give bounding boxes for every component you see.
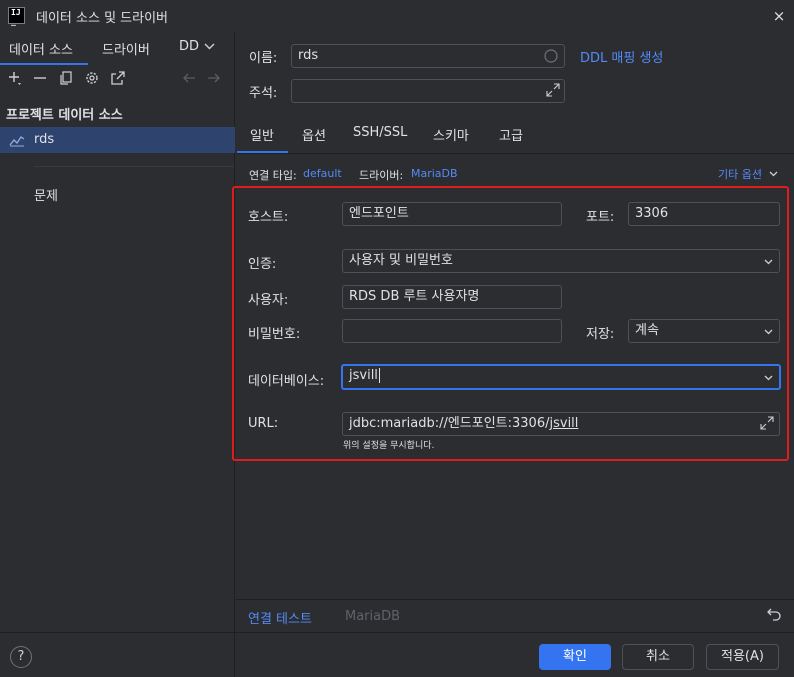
url-label: URL:	[248, 416, 279, 431]
tab-options[interactable]: 옵션	[302, 125, 326, 144]
auth-label: 인증:	[248, 257, 277, 272]
add-icon[interactable]	[7, 70, 23, 86]
name-label: 이름:	[249, 51, 278, 66]
tabs-divider	[237, 153, 794, 154]
host-label: 호스트:	[248, 210, 289, 225]
user-input[interactable]: RDS DB 루트 사용자명	[342, 285, 562, 309]
connection-type-link[interactable]: default	[303, 167, 342, 180]
name-input[interactable]: rds	[291, 44, 565, 68]
ddl-mapping-link[interactable]: DDL 매핑 생성	[580, 47, 663, 66]
name-value: rds	[298, 48, 319, 63]
open-external-icon[interactable]	[110, 70, 126, 86]
driver-status: MariaDB	[345, 609, 401, 624]
more-options-link[interactable]: 기타 옵션	[718, 166, 762, 182]
tabs-overflow-chevron-icon[interactable]	[204, 43, 215, 50]
ok-button[interactable]: 확인	[539, 644, 611, 670]
bottom-divider	[0, 632, 794, 633]
host-input[interactable]: 엔드포인트	[342, 202, 562, 226]
tab-ddl[interactable]: DD	[179, 39, 199, 54]
password-label: 비밀번호:	[248, 327, 301, 342]
sidebar-item-label: rds	[34, 132, 55, 147]
back-arrow-icon[interactable]	[181, 70, 197, 86]
save-select[interactable]: 계속	[628, 319, 780, 343]
sidebar-divider	[34, 166, 234, 167]
active-tab-indicator	[0, 63, 88, 65]
tab-data-sources[interactable]: 데이터 소스	[9, 39, 73, 58]
driver-link[interactable]: MariaDB	[411, 167, 458, 180]
sidebar-item-issues[interactable]: 문제	[34, 185, 58, 204]
remove-icon[interactable]	[32, 70, 48, 86]
apply-button[interactable]: 적용(A)	[706, 644, 779, 670]
tab-ssh-ssl[interactable]: SSH/SSL	[353, 125, 407, 140]
datasource-icon	[9, 133, 25, 147]
password-input[interactable]	[342, 319, 562, 343]
tab-advanced[interactable]: 고급	[499, 125, 523, 144]
url-input[interactable]: jdbc:mariadb://엔드포인트:3306/jsvill	[342, 412, 780, 436]
test-connection-link[interactable]: 연결 테스트	[248, 608, 312, 627]
forward-arrow-icon[interactable]	[206, 70, 222, 86]
chevron-down-icon	[764, 259, 773, 265]
port-input[interactable]: 3306	[628, 202, 780, 226]
comment-label: 주석:	[249, 86, 278, 101]
window-title: 데이터 소스 및 드라이버	[36, 11, 168, 26]
url-database: jsvill	[549, 416, 579, 431]
tab-general[interactable]: 일반	[250, 125, 274, 144]
comment-input[interactable]	[291, 79, 565, 103]
help-icon[interactable]: ?	[10, 646, 32, 668]
duplicate-icon[interactable]	[58, 70, 74, 86]
cancel-button[interactable]: 취소	[622, 644, 694, 670]
tab-drivers[interactable]: 드라이버	[102, 39, 150, 58]
undo-icon[interactable]	[767, 608, 782, 621]
expand-icon[interactable]	[546, 83, 560, 97]
footer-divider	[236, 599, 794, 600]
save-label: 저장:	[586, 327, 615, 342]
database-label: 데이터베이스:	[248, 374, 325, 389]
database-input[interactable]: jsvill	[341, 364, 781, 390]
url-hint: 위의 설정을 무시합니다.	[343, 441, 435, 451]
expand-icon[interactable]	[760, 416, 774, 430]
user-label: 사용자:	[248, 293, 289, 308]
more-options-chevron-icon[interactable]	[769, 171, 778, 177]
auth-select[interactable]: 사용자 및 비밀번호	[342, 249, 780, 273]
app-logo-icon: IJ _	[8, 7, 25, 26]
color-circle-icon[interactable]	[544, 49, 558, 63]
tab-schemas[interactable]: 스키마	[433, 125, 469, 144]
connection-type-label: 연결 타입:	[249, 169, 297, 182]
driver-label: 드라이버:	[359, 169, 404, 182]
port-label: 포트:	[586, 210, 615, 225]
settings-icon[interactable]	[84, 70, 100, 86]
section-title: 프로젝트 데이터 소스	[6, 108, 123, 123]
text-caret	[378, 368, 380, 383]
close-icon[interactable]: ×	[770, 7, 788, 25]
chevron-down-icon	[764, 329, 773, 335]
chevron-down-icon[interactable]	[764, 373, 773, 382]
